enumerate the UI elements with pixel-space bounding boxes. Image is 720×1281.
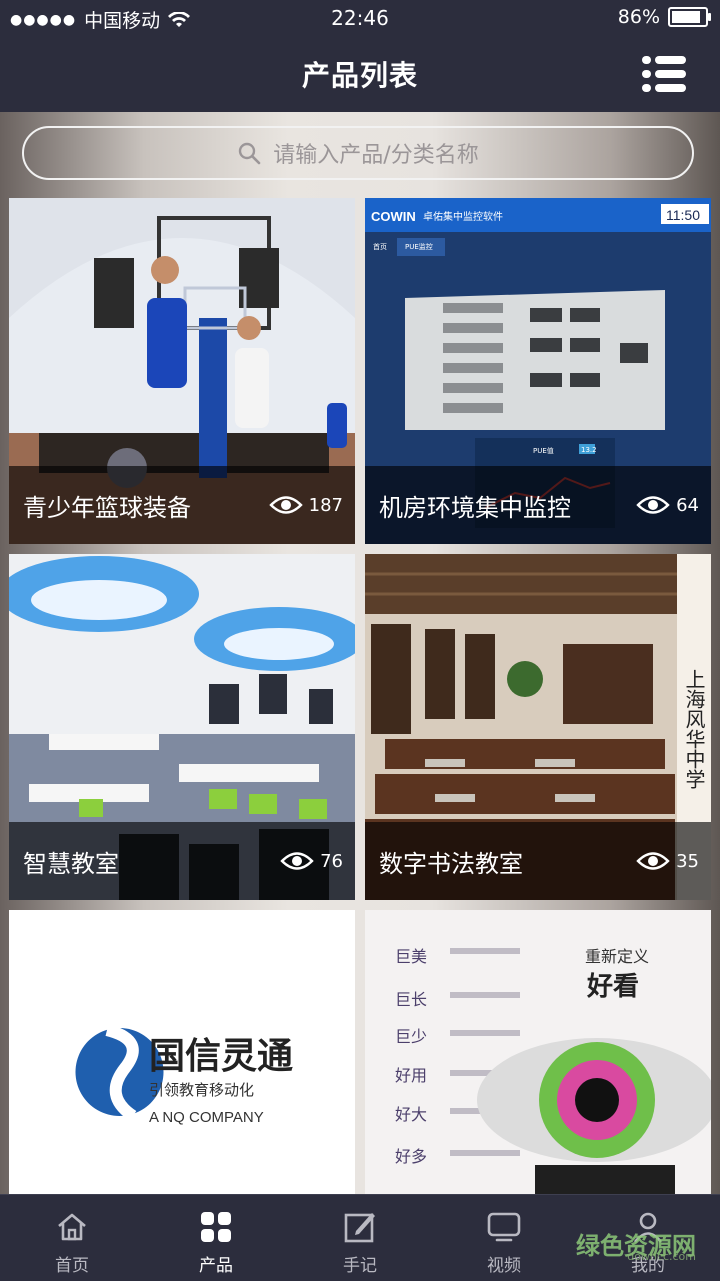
eye-icon bbox=[636, 852, 670, 870]
feature-4: 好用 bbox=[395, 1066, 427, 1085]
image-plaque: 上海风华中学 bbox=[682, 669, 706, 789]
view-count-value: 35 bbox=[676, 850, 699, 872]
home-icon bbox=[58, 1213, 86, 1241]
tab-home[interactable]: 首页 bbox=[0, 1195, 144, 1281]
tv-icon bbox=[487, 1212, 521, 1242]
view-count: 64 bbox=[636, 494, 699, 516]
card-caption: 青少年篮球装备 187 bbox=[9, 466, 355, 544]
tab-video[interactable]: 视频 bbox=[432, 1195, 576, 1281]
feature-5: 好大 bbox=[395, 1105, 427, 1124]
view-count: 187 bbox=[268, 494, 343, 516]
product-image-projector: 巨美 巨长 巨少 好用 好大 好多 重新定义 好看 bbox=[365, 910, 711, 1194]
image-tab-home: 首页 bbox=[373, 242, 387, 251]
eye-icon bbox=[280, 852, 314, 870]
product-title: 数字书法教室 bbox=[379, 849, 523, 878]
tab-label: 首页 bbox=[55, 1256, 89, 1276]
headline: 重新定义 bbox=[585, 947, 649, 966]
card-caption: 智慧教室 76 bbox=[9, 822, 355, 900]
tab-label: 视频 bbox=[487, 1256, 521, 1276]
watermark-sub: downcc.com bbox=[627, 1250, 696, 1263]
view-count: 76 bbox=[280, 850, 343, 872]
view-count-value: 64 bbox=[676, 494, 699, 516]
product-list[interactable]: 请输入产品/分类名称 青少年篮球装备 187 COWIN 卓佑集中监控软件 11… bbox=[0, 112, 720, 1194]
view-count-value: 187 bbox=[308, 494, 343, 516]
view-count-value: 76 bbox=[320, 850, 343, 872]
tab-label: 产品 bbox=[199, 1256, 233, 1276]
product-card[interactable]: 上海风华中学 数字书法教室 35 bbox=[365, 554, 711, 900]
page-title: 产品列表 bbox=[301, 59, 418, 92]
grid-icon bbox=[201, 1212, 231, 1242]
tab-notes[interactable]: 手记 bbox=[288, 1195, 432, 1281]
product-title: 青少年篮球装备 bbox=[23, 493, 191, 522]
feature-1: 巨美 bbox=[395, 947, 427, 966]
image-chart-label: PUE值 bbox=[533, 446, 554, 455]
feature-2: 巨长 bbox=[395, 990, 427, 1009]
logo-name: 国信灵通 bbox=[149, 1036, 293, 1077]
feature-3: 巨少 bbox=[395, 1027, 427, 1046]
card-caption: 机房环境集中监控 64 bbox=[365, 466, 711, 544]
eye-icon bbox=[636, 496, 670, 514]
product-card[interactable]: 国信灵通 引领教育移动化 A NQ COMPANY bbox=[9, 910, 355, 1194]
image-clock: 11:50 bbox=[666, 207, 700, 223]
eye-icon bbox=[268, 496, 303, 514]
search-icon bbox=[239, 142, 261, 165]
image-brand: COWIN bbox=[371, 209, 416, 224]
view-count: 35 bbox=[636, 850, 699, 872]
image-chart-value: 13.2 bbox=[581, 446, 597, 454]
product-card[interactable]: 青少年篮球装备 187 bbox=[9, 198, 355, 544]
watermark: 绿色资源网 downcc.com bbox=[576, 1226, 696, 1263]
image-software-name: 卓佑集中监控软件 bbox=[423, 210, 503, 223]
product-card[interactable]: COWIN 卓佑集中监控软件 11:50 首页 PUE监控 PUE值 13.2 … bbox=[365, 198, 711, 544]
clock: 22:46 bbox=[331, 6, 389, 30]
product-image-logo: 国信灵通 引领教育移动化 A NQ COMPANY bbox=[9, 910, 355, 1194]
tab-products[interactable]: 产品 bbox=[144, 1195, 288, 1281]
nav-bar: 产品列表 bbox=[0, 36, 720, 112]
product-title: 智慧教室 bbox=[23, 849, 119, 878]
product-title: 机房环境集中监控 bbox=[379, 493, 571, 522]
product-card[interactable]: 智慧教室 76 bbox=[9, 554, 355, 900]
logo-en: A NQ COMPANY bbox=[149, 1109, 264, 1126]
tab-label: 手记 bbox=[343, 1256, 377, 1276]
product-card[interactable]: 巨美 巨长 巨少 好用 好大 好多 重新定义 好看 bbox=[365, 910, 711, 1194]
headline-big: 好看 bbox=[586, 972, 639, 1002]
status-bar: ●●●●● 中国移动 22:46 86% bbox=[0, 0, 720, 36]
card-caption: 数字书法教室 35 bbox=[365, 822, 711, 900]
logo-slogan: 引领教育移动化 bbox=[149, 1081, 254, 1099]
edit-icon bbox=[344, 1213, 375, 1243]
list-menu-button[interactable] bbox=[642, 56, 686, 92]
battery-percent: 86% bbox=[617, 6, 660, 28]
battery-icon bbox=[668, 7, 711, 27]
search-placeholder: 请输入产品/分类名称 bbox=[273, 143, 479, 168]
feature-6: 好多 bbox=[395, 1147, 427, 1166]
search-input[interactable]: 请输入产品/分类名称 bbox=[22, 126, 694, 180]
image-tab-pue: PUE监控 bbox=[405, 242, 433, 251]
